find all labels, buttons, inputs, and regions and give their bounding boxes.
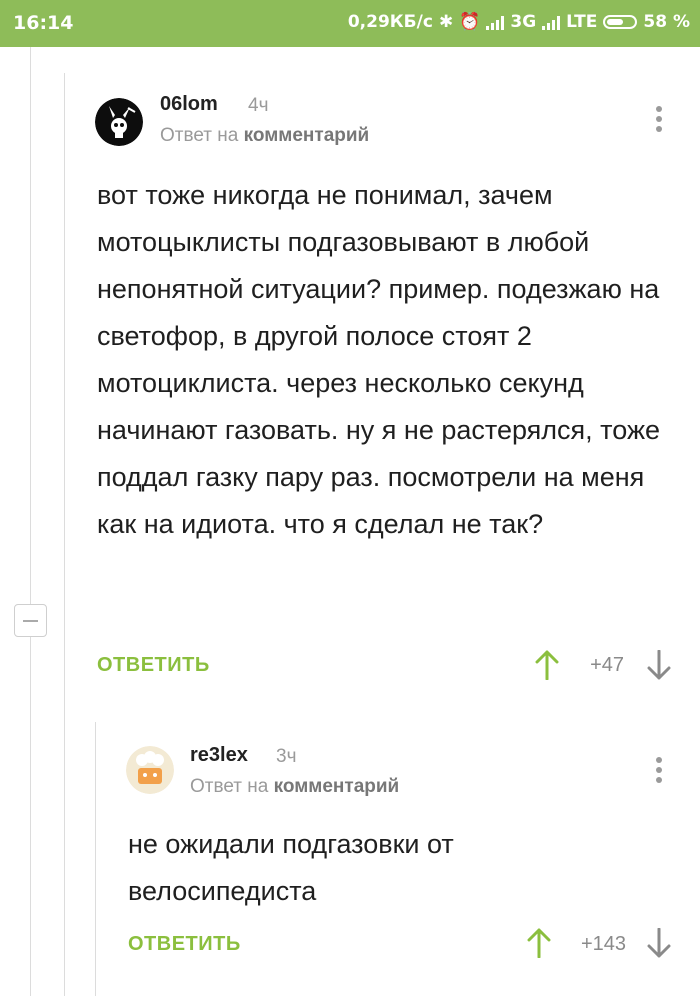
network-type-lte: LTE: [566, 12, 598, 32]
avatar: [126, 746, 174, 794]
upvote-arrow-icon[interactable]: [535, 650, 559, 680]
downvote-arrow-icon[interactable]: [647, 928, 671, 958]
downvote-arrow-icon[interactable]: [647, 650, 671, 680]
upvote-arrow-icon[interactable]: [527, 928, 551, 958]
reply-to-label: Ответ на комментарий: [160, 125, 370, 146]
thread-line-outer: [30, 47, 31, 996]
status-bar: 16:14 0,29КБ/с ✱ ⏰ 3G LTE 58 %: [0, 0, 700, 47]
bluetooth-icon: ✱: [438, 12, 454, 32]
status-indicators: 0,29КБ/с ✱ ⏰ 3G LTE 58 %: [348, 12, 690, 32]
menu-dots-icon[interactable]: [655, 757, 663, 787]
signal-icon: [486, 14, 505, 30]
author-name[interactable]: re3lex: [190, 744, 248, 767]
alarm-icon: ⏰: [459, 12, 481, 32]
reply-to-label: Ответ на комментарий: [190, 776, 400, 797]
network-speed: 0,29КБ/с: [347, 12, 433, 32]
comment-age: 4ч: [248, 95, 269, 116]
comment-text: вот тоже никогда не понимал, зачем мотоц…: [97, 180, 661, 539]
avatar: [95, 98, 143, 146]
menu-dots-icon[interactable]: [655, 106, 663, 136]
score: +143: [580, 933, 626, 955]
author-name[interactable]: 06lom: [160, 93, 218, 116]
signal-icon-2: [542, 14, 561, 30]
reply-target-link[interactable]: комментарий: [274, 776, 400, 797]
status-time: 16:14: [13, 12, 74, 34]
collapse-icon[interactable]: [14, 604, 47, 637]
thread-line-level1: [64, 73, 65, 996]
reply-button[interactable]: ОТВЕТИТЬ: [97, 654, 210, 677]
score: +47: [590, 654, 624, 676]
battery-level: 58 %: [643, 12, 690, 32]
comment-age: 3ч: [276, 746, 297, 767]
reply-button[interactable]: ОТВЕТИТЬ: [128, 933, 241, 956]
network-type-3g: 3G: [510, 12, 537, 32]
battery-icon: [603, 15, 638, 29]
comment-text: не ожидали подгазовки от велосипедиста: [128, 829, 454, 906]
reply-target-link[interactable]: комментарий: [244, 125, 370, 146]
thread-line-level2: [95, 722, 96, 996]
